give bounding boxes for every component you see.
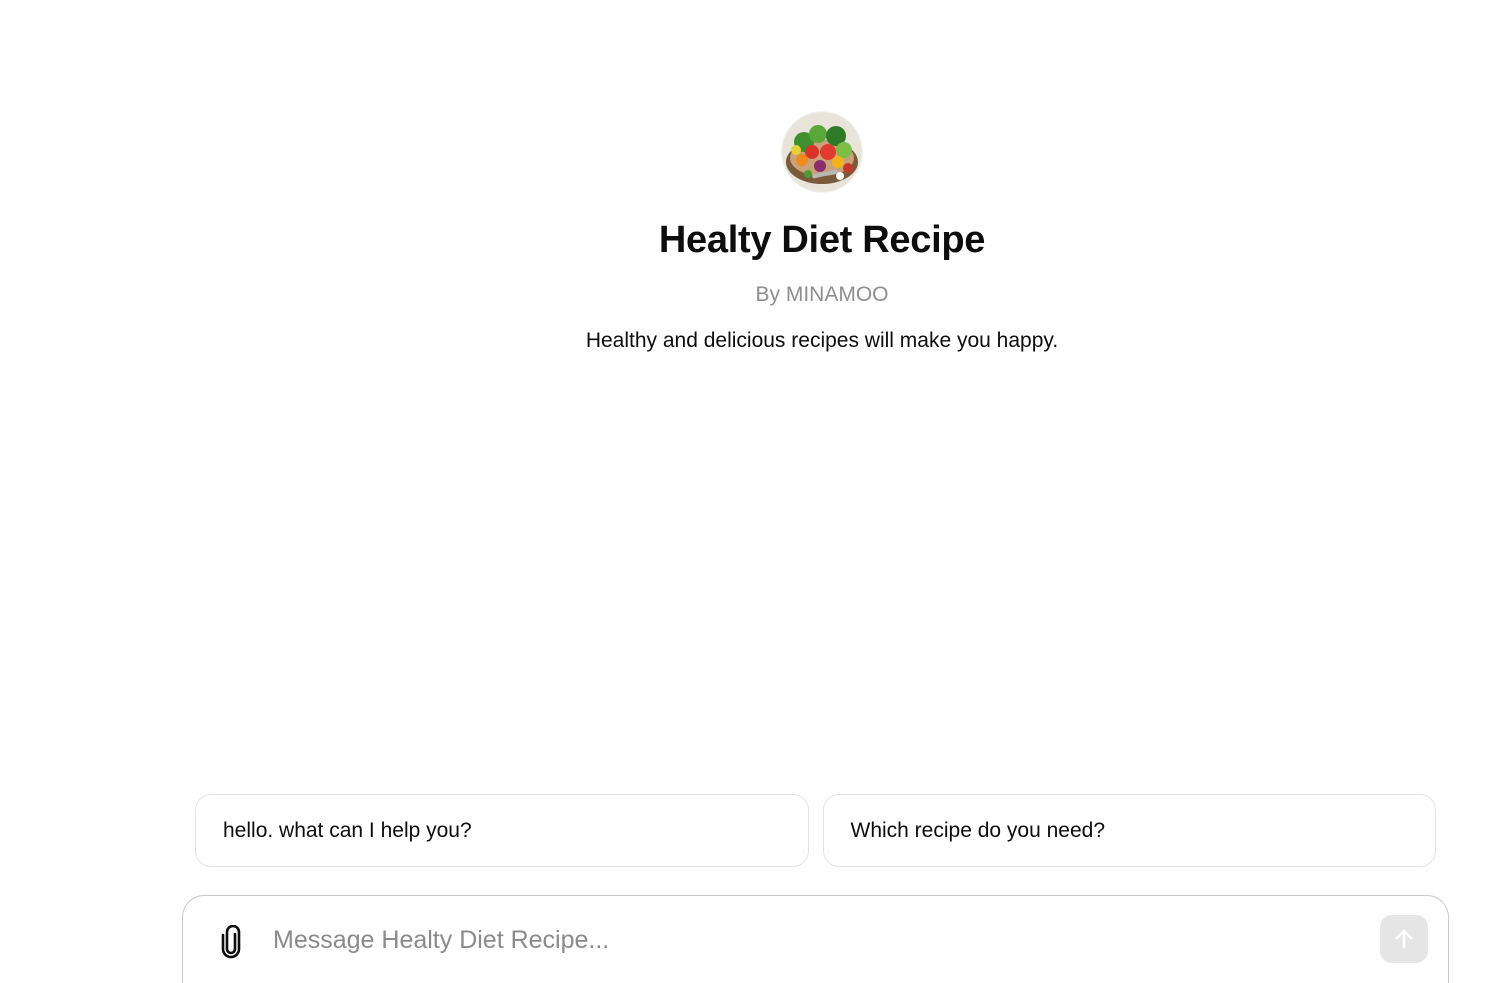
gpt-author: By MINAMOO xyxy=(755,283,889,306)
starter-button-1[interactable]: hello. what can I help you? xyxy=(195,794,809,867)
message-composer xyxy=(182,895,1449,983)
attach-button[interactable] xyxy=(213,924,249,960)
send-button[interactable] xyxy=(1380,915,1428,963)
message-input[interactable] xyxy=(273,920,1353,960)
gpt-description: Healthy and delicious recipes will make … xyxy=(585,329,1059,352)
gpt-title: Healty Diet Recipe xyxy=(658,219,986,261)
arrow-up-icon xyxy=(1395,929,1413,949)
gpt-intro: Healty Diet Recipe By MINAMOO Healthy an… xyxy=(522,112,1122,354)
vegetable-bowl-icon xyxy=(782,112,862,192)
paperclip-icon xyxy=(221,925,241,959)
starter-button-2[interactable]: Which recipe do you need? xyxy=(822,794,1436,867)
gpt-chat-page: Healty Diet Recipe By MINAMOO Healthy an… xyxy=(0,0,1508,983)
gpt-avatar xyxy=(782,112,862,192)
conversation-starters: hello. what can I help you? Which recipe… xyxy=(195,794,1436,867)
